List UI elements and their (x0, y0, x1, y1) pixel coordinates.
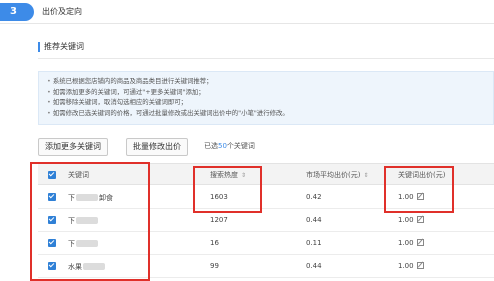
keyword-cell: 下卸食 (68, 194, 113, 202)
table-row: 下 1207 0.44 1.00 (38, 209, 494, 232)
edit-icon[interactable] (416, 216, 424, 223)
section-divider (38, 58, 494, 59)
selected-suffix: 个关键词 (226, 142, 255, 150)
bid-cell: 1.00 (398, 262, 424, 270)
bid-cell: 1.00 (398, 193, 424, 201)
edit-icon[interactable] (416, 262, 424, 269)
select-all-checkbox[interactable] (48, 171, 56, 179)
step-title: 出价及定向 (42, 7, 82, 16)
market-avg-cell: 0.44 (306, 262, 322, 270)
header-keyword: 关键词 (68, 171, 89, 179)
row-checkbox[interactable] (48, 239, 56, 247)
add-more-keywords-button[interactable]: 添加更多关键词 (38, 138, 108, 156)
table-row: 水果 99 0.44 1.00 (38, 255, 494, 278)
bid-cell: 1.00 (398, 216, 424, 224)
tip-item: 如需添加更多的关键词，可通过"+更多关键词"添加； (47, 87, 485, 98)
header-search-heat[interactable]: 搜索热度 ⇕ (210, 170, 246, 180)
row-checkbox[interactable] (48, 193, 56, 201)
tip-item: 如需修改已选关键词的价格，可通过批量修改或出关键词出价中的"小笔"进行修改。 (47, 108, 485, 119)
search-heat-cell: 1207 (210, 216, 228, 224)
edit-icon[interactable] (416, 239, 424, 246)
table-header: 关键词 搜索热度 ⇕ 市场平均出价(元) ⇕ 关键词出价(元) (38, 163, 494, 185)
search-heat-cell: 1603 (210, 193, 228, 201)
market-avg-cell: 0.11 (306, 239, 322, 247)
market-avg-cell: 0.44 (306, 216, 322, 224)
redacted-text (83, 263, 105, 270)
selected-prefix: 已选 (204, 142, 218, 150)
header-market-avg-label: 市场平均出价(元) (306, 171, 361, 179)
tips-box: 系统已根据您店铺内的商品及商品类目进行关键词推荐； 如需添加更多的关键词，可通过… (38, 71, 494, 125)
tip-item: 系统已根据您店铺内的商品及商品类目进行关键词推荐； (47, 76, 485, 87)
redacted-text (76, 194, 98, 201)
bid-cell: 1.00 (398, 239, 424, 247)
row-checkbox[interactable] (48, 262, 56, 270)
tip-item: 如需移除关键词，取消勾选相应的关键词即可； (47, 97, 485, 108)
header-market-avg[interactable]: 市场平均出价(元) ⇕ (306, 170, 369, 180)
section-title: 推荐关键词 (38, 42, 84, 52)
batch-edit-bid-button[interactable]: 批量修改出价 (126, 138, 188, 156)
redacted-text (76, 217, 98, 224)
header-keyword-bid: 关键词出价(元) (398, 171, 446, 179)
sort-icon[interactable]: ⇕ (241, 172, 246, 179)
step-header: 3 出价及定向 (0, 0, 494, 24)
keyword-cell: 水果 (68, 262, 106, 272)
search-heat-cell: 16 (210, 239, 219, 247)
keyword-cell: 下 (68, 239, 99, 249)
step-number-badge: 3 (0, 3, 34, 21)
row-checkbox[interactable] (48, 216, 56, 224)
header-search-heat-label: 搜索热度 (210, 171, 238, 179)
keyword-cell: 下 (68, 216, 99, 226)
keyword-panel: 推荐关键词 系统已根据您店铺内的商品及商品类目进行关键词推荐； 如需添加更多的关… (24, 38, 494, 281)
selected-count: 50 (218, 142, 227, 150)
table-row: 下 16 0.11 1.00 (38, 232, 494, 255)
market-avg-cell: 0.42 (306, 193, 322, 201)
sort-icon[interactable]: ⇕ (363, 172, 368, 179)
table-row: 下卸食 1603 0.42 1.00 (38, 186, 494, 209)
selected-count-text: 已选50个关键词 (204, 141, 255, 151)
search-heat-cell: 99 (210, 262, 219, 270)
edit-icon[interactable] (416, 193, 424, 200)
redacted-text (76, 240, 98, 247)
